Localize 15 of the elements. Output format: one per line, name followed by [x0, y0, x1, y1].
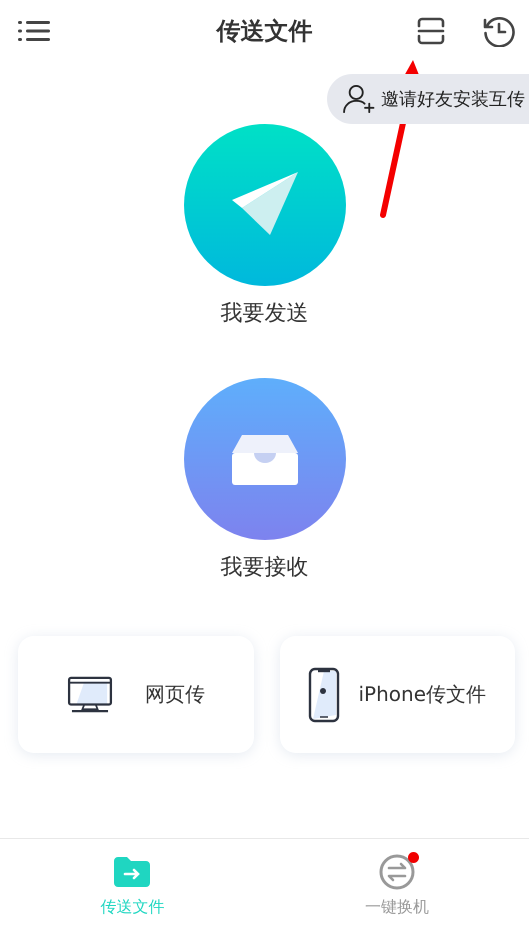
action-label: 我要接收 [220, 554, 308, 582]
web-transfer-card[interactable]: 网页传 [18, 636, 254, 753]
history-icon[interactable] [483, 15, 515, 47]
monitor-icon [66, 676, 113, 714]
invite-button[interactable]: 邀请好友安装互传 [327, 74, 529, 124]
folder-icon [114, 857, 150, 887]
menu-icon[interactable] [18, 19, 50, 43]
page-title: 传送文件 [216, 16, 312, 47]
iphone-transfer-card[interactable]: iPhone传文件 [280, 636, 515, 753]
inbox-icon [232, 433, 298, 485]
swap-icon [378, 854, 415, 890]
scan-icon[interactable] [417, 17, 445, 45]
action-label: 我要发送 [220, 300, 308, 328]
add-user-icon [343, 85, 375, 113]
phone-icon [308, 666, 340, 722]
